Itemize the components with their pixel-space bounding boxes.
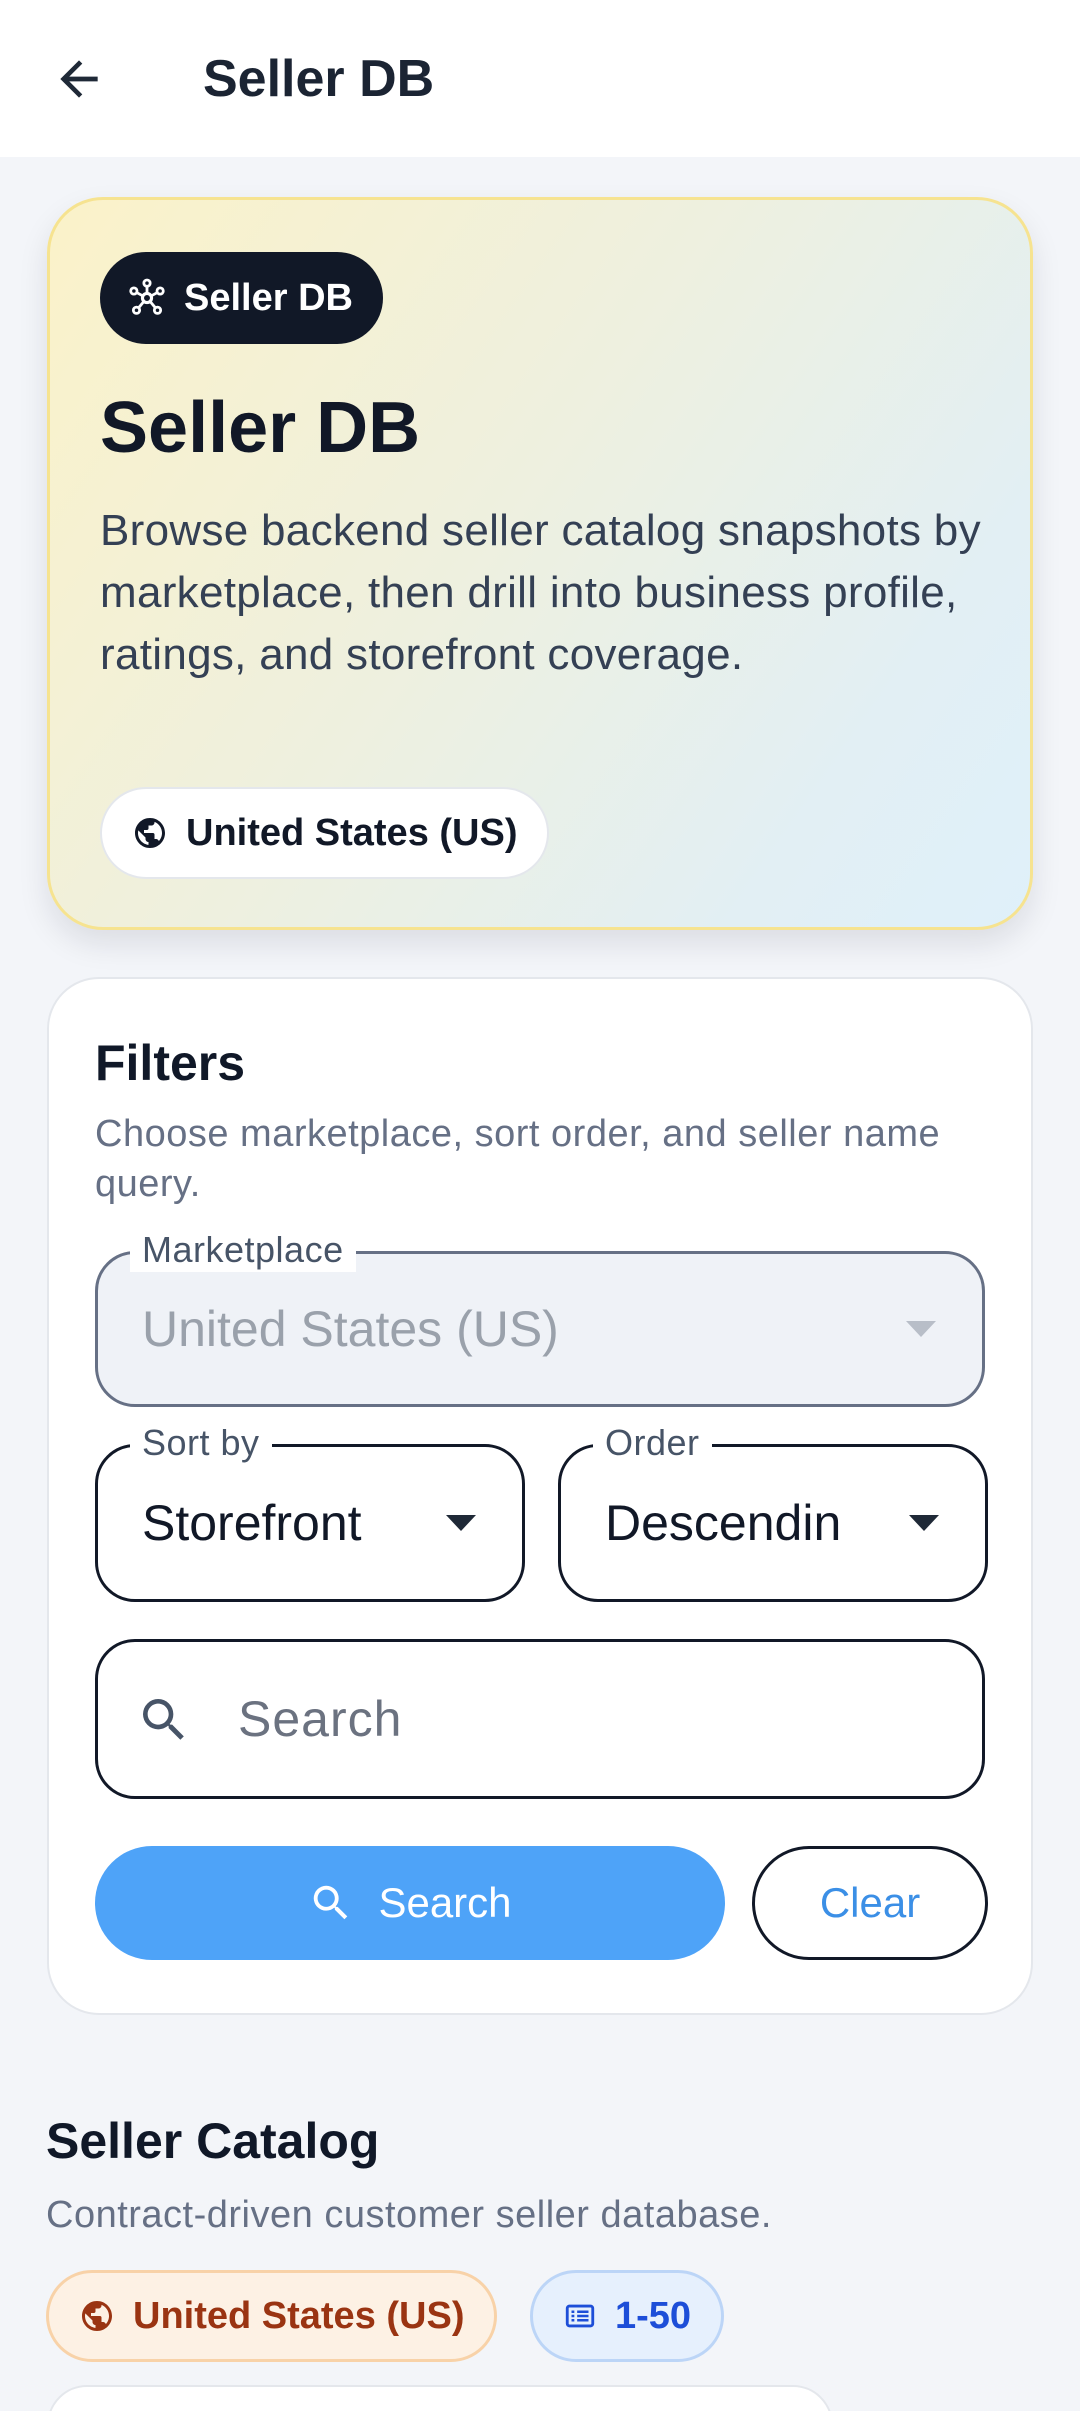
caret-down-icon xyxy=(909,1515,939,1531)
caret-down-icon xyxy=(906,1321,936,1337)
marketplace-select[interactable]: Marketplace United States (US) xyxy=(95,1228,985,1407)
hero-marketplace-label: United States (US) xyxy=(186,811,518,854)
catalog-title: Seller Catalog xyxy=(46,2113,380,2169)
seller-list-card xyxy=(47,2385,833,2411)
app-bar: Seller DB xyxy=(0,0,1080,157)
filters-subtitle: Choose marketplace, sort order, and sell… xyxy=(95,1113,941,1205)
hero-description: Browse backend seller catalog snapshots … xyxy=(100,506,981,679)
page-title: Seller DB xyxy=(203,50,435,108)
clear-button[interactable]: Clear xyxy=(752,1846,988,1960)
search-button[interactable]: Search xyxy=(95,1846,725,1960)
catalog-range-label: 1-50 xyxy=(615,2294,692,2337)
back-button[interactable] xyxy=(40,40,118,118)
hero-marketplace-pill: United States (US) xyxy=(100,787,550,879)
caret-down-icon xyxy=(446,1515,476,1531)
order-value: Descendin xyxy=(605,1495,842,1551)
globe-icon xyxy=(135,818,165,848)
hub-network-icon xyxy=(129,278,165,315)
hero-chip-label: Seller DB xyxy=(184,276,353,319)
arrow-left-icon xyxy=(60,60,98,98)
sort-by-value: Storefront xyxy=(142,1495,362,1551)
globe-icon xyxy=(82,2301,112,2331)
clear-button-label: Clear xyxy=(819,1879,921,1926)
catalog-marketplace-label: United States (US) xyxy=(133,2294,465,2337)
search-icon xyxy=(314,1885,348,1920)
hero-title: Seller DB xyxy=(100,388,421,468)
list-icon xyxy=(565,2304,595,2328)
search-placeholder: Search xyxy=(238,1691,403,1747)
search-input[interactable]: Search xyxy=(95,1639,985,1799)
search-icon xyxy=(136,1692,192,1753)
catalog-marketplace-badge: United States (US) xyxy=(46,2270,498,2362)
marketplace-value: United States (US) xyxy=(142,1301,559,1357)
filters-card: Filters Choose marketplace, sort order, … xyxy=(47,977,1033,2015)
catalog-subtitle: Contract-driven customer seller database… xyxy=(46,2194,772,2236)
search-button-label: Search xyxy=(378,1879,512,1926)
catalog-range-badge: 1-50 xyxy=(530,2270,725,2362)
sort-by-select[interactable]: Sort by Storefront xyxy=(95,1421,525,1602)
order-select[interactable]: Order Descendin xyxy=(558,1421,988,1602)
hero-card: Seller DB Seller DB Browse backend selle… xyxy=(47,197,1033,930)
filters-title: Filters xyxy=(95,1035,246,1091)
hero-chip: Seller DB xyxy=(100,252,383,344)
